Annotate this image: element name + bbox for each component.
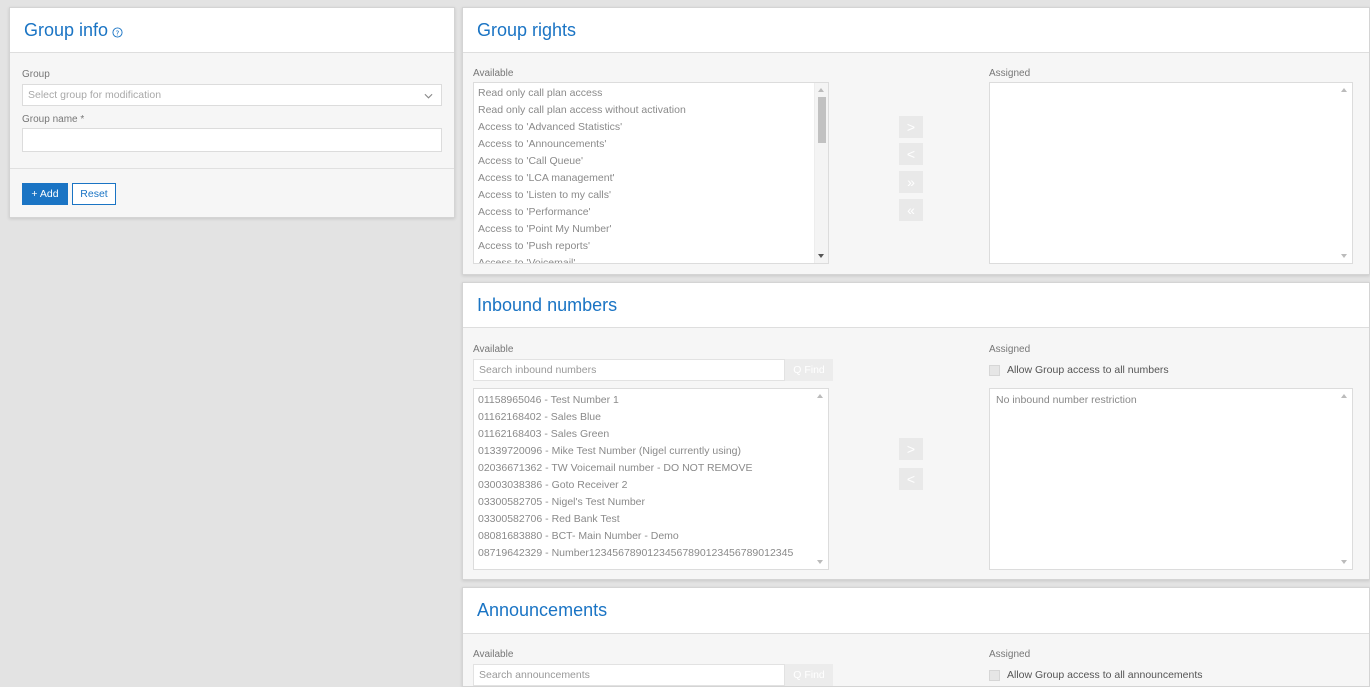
scroll-up-icon[interactable] bbox=[817, 394, 823, 398]
list-item[interactable]: 01339720096 - Mike Test Number (Nigel cu… bbox=[474, 443, 828, 460]
list-item[interactable]: 03300582706 - Red Bank Test bbox=[474, 511, 828, 528]
list-item[interactable]: Access to 'Push reports' bbox=[474, 238, 828, 255]
svg-text:?: ? bbox=[116, 28, 120, 37]
group-rights-title: Group rights bbox=[477, 19, 577, 40]
list-item[interactable]: 03300582705 - Nigel's Test Number bbox=[474, 494, 828, 511]
rights-assigned-label: Assigned bbox=[989, 68, 1031, 79]
group-info-panel: Group info ? Group Select group for modi… bbox=[9, 7, 455, 218]
inbound-available-label: Available bbox=[473, 344, 514, 355]
list-item[interactable]: Access to 'LCA management' bbox=[474, 170, 828, 187]
list-item[interactable]: Read only call plan access bbox=[474, 85, 828, 102]
announcements-available-label: Available bbox=[473, 649, 514, 660]
announcements-find-button[interactable]: Q Find bbox=[785, 664, 833, 686]
reset-button[interactable]: Reset bbox=[72, 183, 116, 205]
list-item[interactable]: Access to 'Advanced Statistics' bbox=[474, 119, 828, 136]
list-item[interactable]: Access to 'Announcements' bbox=[474, 136, 828, 153]
rights-available-label: Available bbox=[473, 68, 514, 79]
assign-all-rights-button[interactable]: » bbox=[899, 171, 923, 193]
help-icon[interactable]: ? bbox=[112, 26, 123, 38]
unassign-right-button[interactable]: < bbox=[899, 143, 923, 165]
inbound-assigned-text: No inbound number restriction bbox=[996, 394, 1137, 406]
scroll-down-icon[interactable] bbox=[818, 254, 824, 258]
rights-available-list[interactable]: Read only call plan access Read only call… bbox=[473, 82, 829, 264]
list-item[interactable]: Access to 'Call Queue' bbox=[474, 153, 828, 170]
group-name-input[interactable] bbox=[22, 128, 442, 152]
list-item[interactable]: 01162168403 - Sales Green bbox=[474, 426, 828, 443]
list-item[interactable]: 02036671362 - TW Voicemail number - DO N… bbox=[474, 460, 828, 477]
inbound-numbers-panel: Inbound numbers Available Search inbound… bbox=[462, 282, 1370, 580]
list-item[interactable]: 01158965046 - Test Number 1 bbox=[474, 392, 828, 409]
group-rights-panel: Group rights Available Read only call pl… bbox=[462, 7, 1370, 275]
list-item[interactable]: Access to 'Listen to my calls' bbox=[474, 187, 828, 204]
rights-assigned-list[interactable] bbox=[989, 82, 1353, 264]
inbound-search-input[interactable]: Search inbound numbers bbox=[473, 359, 785, 381]
allow-all-numbers-checkbox[interactable] bbox=[989, 365, 1000, 376]
allow-all-numbers-label: Allow Group access to all numbers bbox=[1007, 364, 1169, 376]
add-button[interactable]: + Add bbox=[22, 183, 68, 205]
list-item[interactable]: Access to 'Performance' bbox=[474, 204, 828, 221]
group-info-header: Group info ? bbox=[10, 8, 454, 53]
list-item[interactable]: Read only call plan access without activ… bbox=[474, 102, 828, 119]
group-info-footer-divider bbox=[10, 168, 454, 169]
rights-available-scrollbar[interactable] bbox=[814, 83, 828, 263]
rights-assigned-scrollbar[interactable] bbox=[1338, 83, 1352, 263]
inbound-assigned-label: Assigned bbox=[989, 344, 1031, 355]
inbound-numbers-title: Inbound numbers bbox=[477, 294, 618, 315]
announcements-search-input[interactable]: Search announcements bbox=[473, 664, 785, 686]
unassign-all-rights-button[interactable]: « bbox=[899, 199, 923, 221]
scroll-down-icon[interactable] bbox=[817, 560, 823, 564]
list-item[interactable]: 08719642329 - Number12345678901234567890… bbox=[474, 545, 828, 562]
assign-right-button[interactable]: > bbox=[899, 116, 923, 138]
scroll-up-icon[interactable] bbox=[818, 88, 824, 92]
announcements-search-placeholder: Search announcements bbox=[479, 669, 590, 681]
scroll-up-icon[interactable] bbox=[1341, 394, 1347, 398]
group-name-label: Group name * bbox=[22, 114, 85, 125]
inbound-assigned-list[interactable]: No inbound number restriction bbox=[989, 388, 1353, 570]
list-item[interactable]: 03003038386 - Goto Receiver 2 bbox=[474, 477, 828, 494]
inbound-available-items: 01158965046 - Test Number 1 01162168402 -… bbox=[474, 392, 828, 562]
announcements-panel: Announcements Available Search announcem… bbox=[462, 587, 1370, 687]
allow-all-announcements-label: Allow Group access to all announcements bbox=[1007, 669, 1203, 681]
chevron-down-icon bbox=[424, 93, 433, 99]
announcements-header: Announcements bbox=[463, 588, 1369, 634]
inbound-available-scrollbar[interactable] bbox=[814, 389, 828, 569]
inbound-find-button[interactable]: Q Find bbox=[785, 359, 833, 381]
group-label: Group bbox=[22, 69, 50, 80]
list-item[interactable]: 08081683880 - BCT- Main Number - Demo bbox=[474, 528, 828, 545]
group-select[interactable]: Select group for modification bbox=[22, 84, 442, 106]
scroll-thumb[interactable] bbox=[818, 97, 826, 143]
announcements-assigned-label: Assigned bbox=[989, 649, 1031, 660]
inbound-search-placeholder: Search inbound numbers bbox=[479, 364, 597, 376]
scroll-up-icon[interactable] bbox=[1341, 88, 1347, 92]
group-rights-header: Group rights bbox=[463, 8, 1369, 53]
inbound-available-list[interactable]: 01158965046 - Test Number 1 01162168402 -… bbox=[473, 388, 829, 570]
scroll-down-icon[interactable] bbox=[1341, 254, 1347, 258]
group-info-title: Group info bbox=[24, 19, 109, 40]
assign-number-button[interactable]: > bbox=[899, 438, 923, 460]
inbound-assigned-scrollbar[interactable] bbox=[1338, 389, 1352, 569]
list-item[interactable]: Access to 'Point My Number' bbox=[474, 221, 828, 238]
list-item[interactable]: Access to 'Voicemail' bbox=[474, 255, 828, 263]
rights-available-items: Read only call plan access Read only call… bbox=[474, 85, 828, 263]
allow-all-announcements-checkbox[interactable] bbox=[989, 670, 1000, 681]
scroll-down-icon[interactable] bbox=[1341, 560, 1347, 564]
list-item[interactable]: 01162168402 - Sales Blue bbox=[474, 409, 828, 426]
group-select-placeholder: Select group for modification bbox=[28, 89, 162, 101]
announcements-title: Announcements bbox=[477, 600, 608, 620]
inbound-numbers-header: Inbound numbers bbox=[463, 283, 1369, 328]
unassign-number-button[interactable]: < bbox=[899, 468, 923, 490]
